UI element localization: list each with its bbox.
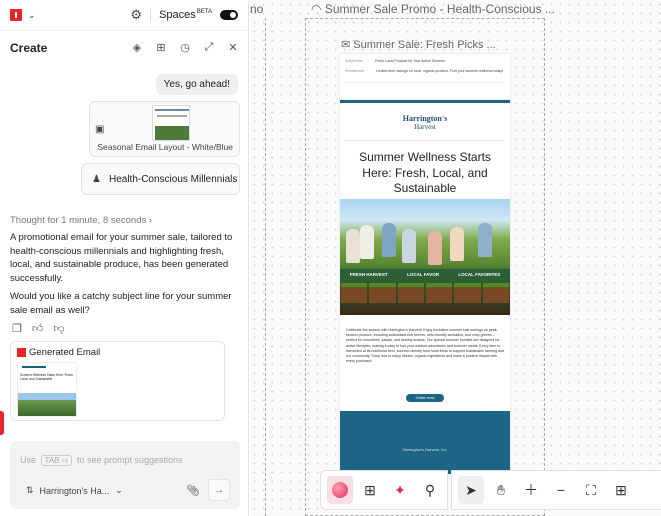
- grid-button[interactable]: ⊞: [608, 476, 634, 504]
- email-brand-logo: Harrington's Harvest: [402, 114, 448, 131]
- prompt-placeholder: Use TAB ⇨ to see prompt suggestions: [20, 455, 183, 466]
- layout-icon: ▣: [95, 124, 105, 135]
- ai-orb-icon: [332, 482, 348, 498]
- panel-title: Create: [10, 40, 48, 55]
- email-title[interactable]: ✉︎ Summer Sale: Fresh Picks ...: [341, 38, 496, 51]
- zoom-in-icon: ＋: [524, 482, 538, 498]
- divider: [150, 8, 152, 22]
- divider: [345, 140, 505, 141]
- search-button[interactable]: ⚲: [417, 476, 443, 504]
- grid-icon: ⊞: [615, 481, 627, 498]
- spaces-toggle[interactable]: [220, 10, 238, 20]
- history-icon[interactable]: ◷: [180, 41, 190, 54]
- hand-tool[interactable]: ✋︎: [488, 476, 514, 504]
- order-now-button[interactable]: Order now: [406, 394, 444, 402]
- email-footer: Harrington's Harvest, Inc.: [340, 411, 510, 474]
- footer-text: Harrington's Harvest, Inc.: [402, 447, 448, 452]
- close-icon[interactable]: ✕: [228, 41, 238, 54]
- frame-title[interactable]: ◠ Summer Sale Promo - Health-Conscious .…: [311, 2, 555, 16]
- top-bar: ⌄ ⚙ SpacesBETA: [0, 0, 248, 30]
- thumbs-down-icon[interactable]: 👎︎: [53, 322, 64, 335]
- brand-icon: ⇅: [26, 485, 34, 495]
- subject-row: Subject line Fresh Local Produce for Your…: [345, 59, 445, 63]
- pointer-icon: ➤: [465, 481, 477, 498]
- gear-icon[interactable]: ⚙: [130, 7, 142, 23]
- email-thumbnail: Summer Wellness Starts Here: Fresh, Loca…: [17, 362, 77, 417]
- create-panel: ⌄ ⚙ SpacesBETA Create ◈ ⊞ ◷ ⤢ ✕ Yes, go …: [0, 0, 249, 516]
- pointer-tool[interactable]: ➤: [458, 476, 484, 504]
- ai-orb-button[interactable]: [327, 476, 353, 504]
- chevron-down-icon: ⌄: [115, 485, 123, 495]
- bug-icon[interactable]: ◈: [132, 41, 142, 54]
- people-icon: ♟: [92, 173, 101, 185]
- spaces-label: SpacesBETA: [159, 9, 212, 21]
- fit-screen-button[interactable]: ⛶: [578, 476, 604, 504]
- user-message: Yes, go ahead!: [155, 74, 238, 95]
- hero-image: FRESH HARVEST LOCAL FAVOR LOCAL FAVORITE…: [340, 199, 510, 315]
- attach-icon[interactable]: 📎︎: [186, 484, 200, 497]
- thought-toggle[interactable]: Thought for 1 minute, 8 seconds ›: [10, 215, 152, 226]
- new-chat-icon[interactable]: ⊞: [156, 41, 166, 54]
- email-top-bar: [340, 100, 510, 103]
- chevron-right-icon: ›: [148, 215, 153, 226]
- zoom-in-button[interactable]: ＋: [518, 476, 544, 504]
- tab-key: TAB ⇨: [40, 455, 73, 466]
- email-headline: Summer Wellness Starts Here: Fresh, Loca…: [359, 150, 491, 195]
- email-preview[interactable]: Subject line Fresh Local Produce for Your…: [340, 54, 510, 474]
- ai-toolbar: ⊞ ✦ ⚲: [320, 470, 448, 510]
- zoom-out-icon: −: [556, 482, 566, 498]
- assistant-question: Would you like a catchy subject line for…: [10, 291, 232, 316]
- generated-card-title: Generated Email: [29, 347, 101, 358]
- layout-card[interactable]: ▣ Seasonal Email Layout - White/Blue: [89, 101, 240, 157]
- prompt-input[interactable]: Use TAB ⇨ to see prompt suggestions ⇅ Ha…: [10, 441, 240, 509]
- persona-card[interactable]: ♟ Health-Conscious Millennials: [81, 163, 240, 195]
- generated-email-card[interactable]: Generated Email Summer Wellness Starts H…: [10, 341, 225, 421]
- email-body: Celebrate the season with Harrington's H…: [346, 328, 505, 364]
- preview-row: Preview text Limited-time savings on loca…: [345, 69, 504, 73]
- persona-label: Health-Conscious Millennials: [108, 173, 238, 185]
- add-page-icon: ⊞: [364, 481, 376, 498]
- add-page-button[interactable]: ⊞: [357, 476, 383, 504]
- message-actions: ❐ 👍︎ 👎︎: [12, 322, 65, 335]
- layout-card-label: Seasonal Email Layout - White/Blue: [97, 142, 233, 152]
- beta-badge: BETA: [196, 9, 212, 16]
- frame-icon: ◠: [311, 2, 322, 16]
- layout-thumbnail: [152, 105, 190, 141]
- create-header: Create ◈ ⊞ ◷ ⤢ ✕: [0, 30, 248, 64]
- fit-screen-icon: ⛶: [586, 481, 596, 498]
- email-toolbar: [345, 82, 505, 88]
- copy-icon[interactable]: ❐: [12, 322, 22, 335]
- zoom-out-button[interactable]: −: [548, 476, 574, 504]
- brand-logo-icon: [17, 348, 26, 357]
- app-logo-icon[interactable]: [10, 9, 22, 21]
- expand-icon[interactable]: ⤢: [204, 41, 214, 54]
- hand-icon: ✋︎: [497, 481, 505, 498]
- thumbs-up-icon[interactable]: 👍︎: [32, 322, 44, 335]
- sparkle-icon: ✦: [394, 481, 406, 498]
- assistant-response: A promotional email for your summer sale…: [10, 232, 233, 284]
- canvas-toolbar: ➤ ✋︎ ＋ − ⛶ ⊞: [451, 470, 661, 510]
- side-tab[interactable]: [0, 411, 4, 435]
- send-button[interactable]: →: [208, 479, 230, 501]
- brand-selector[interactable]: ⇅ Harrington's Ha... ⌄: [26, 485, 123, 496]
- mail-icon: ✉︎: [341, 39, 351, 51]
- sparkle-button[interactable]: ✦: [387, 476, 413, 504]
- search-icon: ⚲: [424, 481, 436, 498]
- left-frame-title[interactable]: no: [250, 2, 263, 16]
- chevron-down-icon[interactable]: ⌄: [28, 10, 36, 21]
- left-frame[interactable]: [265, 18, 268, 516]
- email-meta: Subject line Fresh Local Produce for Your…: [340, 54, 510, 100]
- produce-banner: FRESH HARVEST LOCAL FAVOR LOCAL FAVORITE…: [340, 269, 510, 279]
